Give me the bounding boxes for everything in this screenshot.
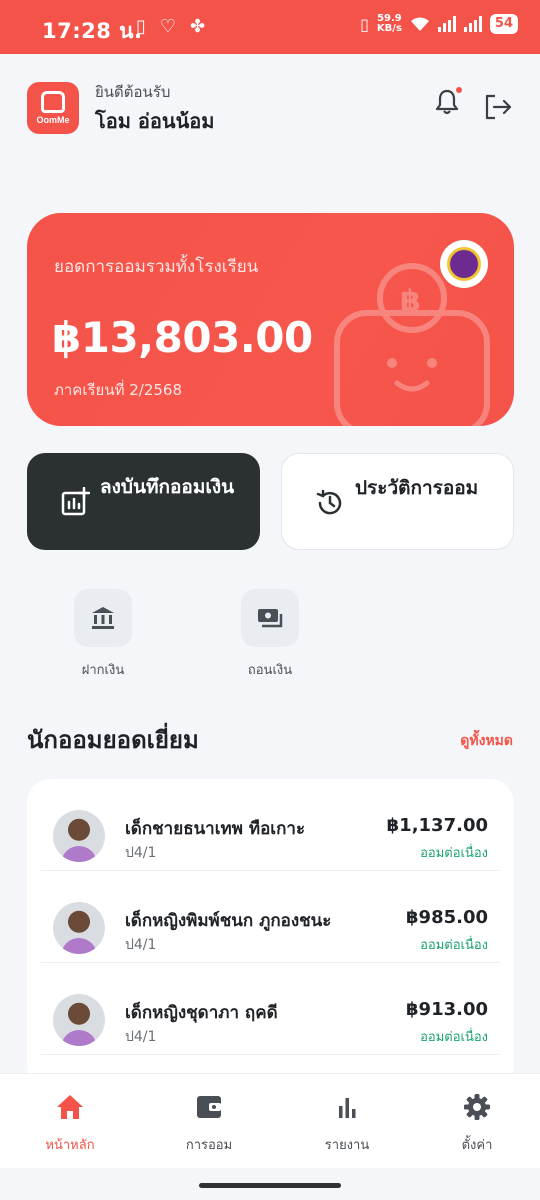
wifi-icon — [410, 17, 429, 31]
list-item[interactable]: เด็กหญิงพิมพ์ชนก ภูกองชนะ ป4/1 ฿985.00 อ… — [41, 871, 500, 963]
school-seal-emblem — [447, 247, 481, 281]
vibrate-icon: ▯ — [360, 14, 369, 34]
savings-history-button[interactable]: ประวัติการออม — [281, 453, 514, 550]
logout-icon[interactable] — [483, 93, 513, 121]
record-savings-label: ลงบันทึกออมเงิน — [100, 476, 235, 498]
saver-status: ออมต่อเนื่อง — [420, 938, 488, 953]
add-chart-icon — [61, 487, 90, 516]
top-savers-title: นักออมยอดเยี่ยม — [27, 726, 199, 754]
saver-status: ออมต่อเนื่อง — [420, 1030, 488, 1045]
saver-status: ออมต่อเนื่อง — [420, 846, 488, 861]
home-indicator — [199, 1183, 341, 1188]
nav-reports-label: รายงาน — [324, 1138, 370, 1153]
home-icon — [57, 1095, 83, 1119]
saver-amount: ฿985.00 — [406, 907, 488, 928]
avatar — [53, 902, 105, 954]
avatar — [53, 810, 105, 862]
see-all-link[interactable]: ดูทั้งหมด — [460, 730, 513, 752]
piggy-mascot-illustration: ฿ — [334, 263, 490, 426]
saver-name: เด็กชายธนาเทพ ทือเกาะ — [125, 819, 306, 839]
welcome-text: ยินดีต้อนรับ — [95, 83, 171, 101]
school-savings-card: ฿ ยอดการออมรวมทั้งโรงเรียน ฿13,803.00 ภา… — [27, 213, 514, 426]
record-savings-button[interactable]: ลงบันทึกออมเงิน — [27, 453, 260, 550]
notification-icons: ▯ ♡ ✤ — [136, 16, 205, 37]
school-savings-label: ยอดการออมรวมทั้งโรงเรียน — [54, 257, 259, 277]
deposit-icon-box[interactable] — [74, 589, 132, 647]
top-savers-list: เด็กชายธนาเทพ ทือเกาะ ป4/1 ฿1,137.00 ออม… — [27, 779, 514, 1089]
logo-text: OomMe — [36, 115, 70, 125]
withdraw-action[interactable]: ถอนเงิน — [240, 589, 300, 678]
saver-name: เด็กหญิงชุดาภา ฤคดี — [125, 1003, 278, 1023]
svg-text:฿: ฿ — [400, 284, 421, 319]
nav-home-label: หน้าหลัก — [45, 1138, 95, 1153]
battery-icon: 54 — [489, 14, 518, 34]
avatar — [53, 994, 105, 1046]
wallet-icon — [197, 1096, 221, 1118]
fan-icon: ✤ — [190, 16, 206, 37]
school-savings-amount: ฿13,803.00 — [52, 313, 313, 362]
signal-icon-2 — [463, 16, 482, 32]
signal-icon — [437, 16, 456, 32]
bar-chart-icon — [339, 1098, 356, 1118]
saver-class: ป4/1 — [125, 1029, 157, 1045]
status-right: ▯ 59.9 KB/s 54 — [360, 14, 518, 34]
saver-amount: ฿1,137.00 — [386, 815, 488, 836]
history-icon — [316, 489, 342, 515]
status-bar: 17:28 น. ▯ ♡ ✤ ▯ 59.9 KB/s 54 — [0, 0, 540, 54]
app-icon: ♡ — [159, 16, 177, 37]
withdraw-icon-box[interactable] — [241, 589, 299, 647]
deposit-label: ฝากเงิน — [81, 663, 125, 678]
gear-icon — [464, 1094, 490, 1120]
bank-icon — [92, 607, 114, 629]
sim-icon: ▯ — [136, 16, 146, 37]
user-name: โอม อ่อนน้อม — [95, 109, 215, 133]
saver-name: เด็กหญิงพิมพ์ชนก ภูกองชนะ — [125, 911, 332, 931]
status-time: 17:28 น. — [42, 19, 143, 43]
saver-amount: ฿913.00 — [406, 999, 488, 1020]
school-seal-logo — [440, 240, 488, 288]
list-item[interactable]: เด็กชายธนาเทพ ทือเกาะ ป4/1 ฿1,137.00 ออม… — [41, 779, 500, 871]
notification-dot — [456, 87, 462, 93]
net-speed-unit: KB/s — [376, 23, 402, 34]
saver-class: ป4/1 — [125, 937, 157, 953]
nav-settings[interactable]: ตั้งค่า — [427, 1092, 527, 1155]
nav-reports[interactable]: รายงาน — [297, 1092, 397, 1155]
saver-class: ป4/1 — [125, 845, 157, 861]
piggy-bag-icon — [41, 91, 65, 113]
semester-label: ภาคเรียนที่ 2/2568 — [54, 381, 182, 399]
withdraw-icon — [258, 609, 283, 628]
nav-savings[interactable]: การออม — [159, 1092, 259, 1155]
nav-savings-label: การออม — [185, 1138, 233, 1153]
bottom-navigation: หน้าหลัก การออม รายงาน ตั้งค่า — [0, 1073, 540, 1168]
net-speed: 59.9 KB/s — [377, 14, 402, 34]
withdraw-label: ถอนเงิน — [247, 663, 293, 678]
nav-home[interactable]: หน้าหลัก — [20, 1092, 120, 1155]
app-logo: OomMe — [27, 82, 79, 134]
savings-history-label: ประวัติการออม — [355, 477, 479, 499]
deposit-action[interactable]: ฝากเงิน — [73, 589, 133, 678]
list-item[interactable]: เด็กหญิงชุดาภา ฤคดี ป4/1 ฿913.00 ออมต่อเ… — [41, 963, 500, 1055]
nav-settings-label: ตั้งค่า — [461, 1138, 493, 1153]
